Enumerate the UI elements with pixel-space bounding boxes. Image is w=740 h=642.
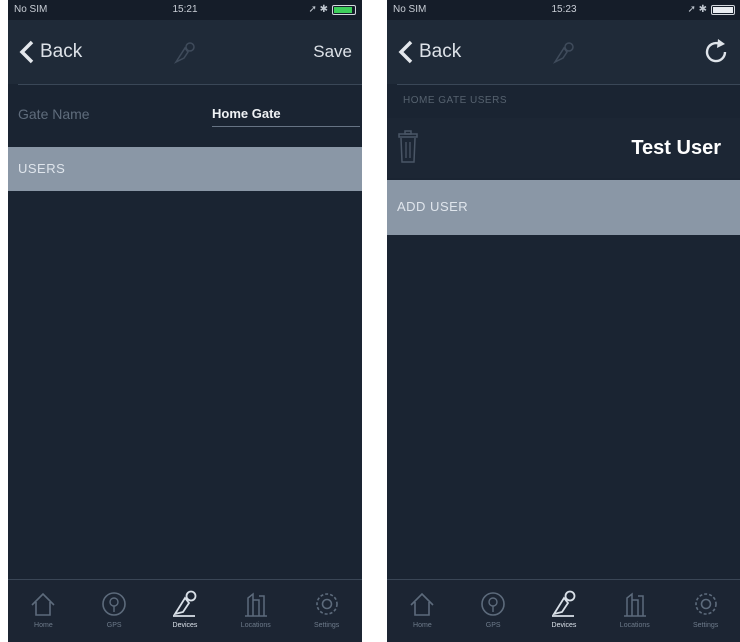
nav-bar: Back <box>387 20 740 84</box>
gate-name-input[interactable]: Home Gate <box>212 106 281 121</box>
tab-settings[interactable]: Settings <box>670 580 740 642</box>
settings-icon <box>315 593 338 615</box>
tab-devices-label: Devices <box>551 622 577 629</box>
gate-settings-screen: No SIM 15:21 ➚ ✱ Back Save Gate Name Hom… <box>8 0 362 642</box>
tab-gps[interactable]: GPS <box>79 580 150 642</box>
tab-settings[interactable]: Settings <box>291 580 362 642</box>
add-user-button[interactable]: ADD USER <box>387 180 740 235</box>
battery-icon <box>711 5 735 15</box>
refresh-button[interactable] <box>701 20 731 84</box>
gps-icon <box>481 592 505 616</box>
back-button[interactable]: Back <box>18 20 82 84</box>
gate-users-screen: No SIM 15:23 ➚ ✱ Back HOME GATE USERS Te… <box>387 0 740 642</box>
save-label: Save <box>313 42 352 61</box>
gps-icon <box>102 592 126 616</box>
tab-devices[interactable]: Devices <box>150 580 221 642</box>
save-button[interactable]: Save <box>313 20 352 84</box>
tab-locations-label: Locations <box>619 622 650 629</box>
divider <box>397 84 740 85</box>
tab-home-label: Home <box>34 622 53 629</box>
chevron-left-icon <box>19 40 34 64</box>
status-bar: No SIM 15:23 ➚ ✱ <box>387 0 740 20</box>
input-underline <box>212 126 360 127</box>
status-bar: No SIM 15:21 ➚ ✱ <box>8 0 362 20</box>
tab-settings-label: Settings <box>692 622 719 629</box>
tab-devices[interactable]: Devices <box>529 580 600 642</box>
bluetooth-icon: ➚ ✱ <box>308 4 328 15</box>
list-item[interactable]: Test User <box>387 118 740 178</box>
tab-locations[interactable]: Locations <box>599 580 670 642</box>
back-button[interactable]: Back <box>397 20 461 84</box>
tab-locations[interactable]: Locations <box>220 580 291 642</box>
users-section-header: USERS <box>8 147 362 191</box>
gate-logo-icon <box>552 42 574 64</box>
tab-locations-label: Locations <box>240 622 271 629</box>
gate-name-label: Gate Name <box>18 106 90 122</box>
divider <box>18 84 362 85</box>
back-label: Back <box>419 41 462 62</box>
tab-home[interactable]: Home <box>387 580 458 642</box>
tab-gps[interactable]: GPS <box>458 580 529 642</box>
bluetooth-icon: ➚ ✱ <box>687 4 707 15</box>
settings-icon <box>694 593 717 615</box>
chevron-left-icon <box>398 40 413 64</box>
locations-icon <box>244 592 267 617</box>
tab-gps-label: GPS <box>106 622 122 629</box>
tab-bar: Home GPS Devices Locations Settings <box>8 579 362 642</box>
tab-gps-label: GPS <box>485 622 501 629</box>
battery-icon <box>332 5 356 15</box>
back-label: Back <box>40 41 83 62</box>
gate-logo-icon <box>173 42 195 64</box>
tab-home[interactable]: Home <box>8 580 79 642</box>
home-icon <box>31 592 55 616</box>
trash-icon[interactable] <box>397 130 419 164</box>
tab-bar: Home GPS Devices Locations Settings <box>387 579 740 642</box>
users-section-label: USERS <box>18 161 66 176</box>
home-icon <box>410 592 434 616</box>
user-name: Test User <box>631 137 721 159</box>
users-header-label: HOME GATE USERS <box>403 95 507 106</box>
add-user-label: ADD USER <box>397 199 469 214</box>
tab-home-label: Home <box>413 622 432 629</box>
tab-devices-label: Devices <box>172 622 198 629</box>
devices-icon <box>551 590 576 617</box>
devices-icon <box>172 590 197 617</box>
refresh-icon <box>705 39 727 63</box>
tab-settings-label: Settings <box>313 622 340 629</box>
nav-bar: Back Save <box>8 20 362 84</box>
locations-icon <box>623 592 646 617</box>
